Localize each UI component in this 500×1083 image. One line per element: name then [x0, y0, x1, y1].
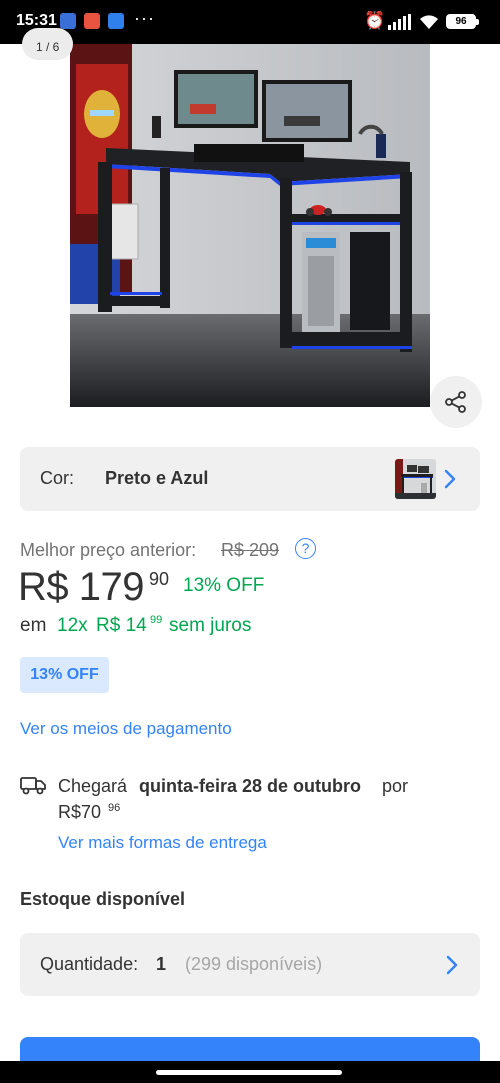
color-thumbnail [395, 459, 436, 499]
share-icon [445, 391, 466, 413]
wifi-icon [420, 15, 438, 29]
discount-badge: 13% OFF [20, 657, 109, 693]
messages-app-icon [60, 13, 76, 29]
share-button[interactable] [430, 376, 482, 428]
delivery-price: R$70 [58, 802, 102, 822]
installment-count: 12x [57, 615, 88, 636]
color-label: Cor: [40, 468, 75, 488]
installment-prefix: em [20, 615, 47, 636]
quantity-value: 1 [156, 954, 167, 974]
color-value: Preto e Azul [105, 468, 209, 488]
chevron-right-icon [444, 469, 456, 489]
payment-methods-link[interactable]: Ver os meios de pagamento [20, 719, 232, 739]
alarm-icon: ⏰ [364, 11, 386, 30]
quantity-available: (299 disponíveis) [185, 954, 323, 974]
current-price: R$ 179 [18, 565, 144, 609]
more-notifications-icon: ··· [134, 8, 155, 28]
previous-price-value: R$ 209 [221, 540, 280, 560]
stock-title: Estoque disponível [20, 889, 186, 909]
home-indicator[interactable] [156, 1070, 342, 1075]
delivery-date: quinta-feira 28 de outubro [139, 776, 362, 796]
installment-cents: 99 [150, 614, 163, 626]
product-image[interactable] [70, 44, 430, 407]
previous-price-label: Melhor preço anterior: [20, 540, 197, 560]
phone-app-icon [108, 13, 124, 29]
quantity-selector[interactable]: Quantidade: 1 (299 disponíveis) [20, 933, 480, 996]
image-counter: 1 / 6 [22, 28, 74, 60]
installment-suffix: sem juros [169, 615, 252, 636]
delivery-connector: por [382, 776, 409, 796]
gallery-app-icon [84, 13, 100, 29]
help-icon[interactable]: ? [295, 538, 316, 559]
truck-icon [20, 777, 46, 795]
status-bar: 15:31 ··· ⏰ 96 [0, 0, 500, 44]
quantity-label: Quantidade: [40, 954, 139, 974]
delivery-prefix: Chegará [58, 776, 128, 796]
color-selector[interactable]: Cor: Preto e Azul [20, 447, 480, 511]
signal-icon [388, 14, 411, 30]
delivery-price-cents: 96 [108, 802, 121, 814]
more-delivery-options-link[interactable]: Ver mais formas de entrega [58, 833, 267, 853]
current-price-cents: 90 [149, 569, 170, 589]
battery-icon: 96 [446, 14, 479, 29]
installment-amount: R$ 14 [96, 615, 147, 636]
discount-label: 13% OFF [183, 575, 265, 596]
chevron-right-icon [446, 955, 458, 975]
